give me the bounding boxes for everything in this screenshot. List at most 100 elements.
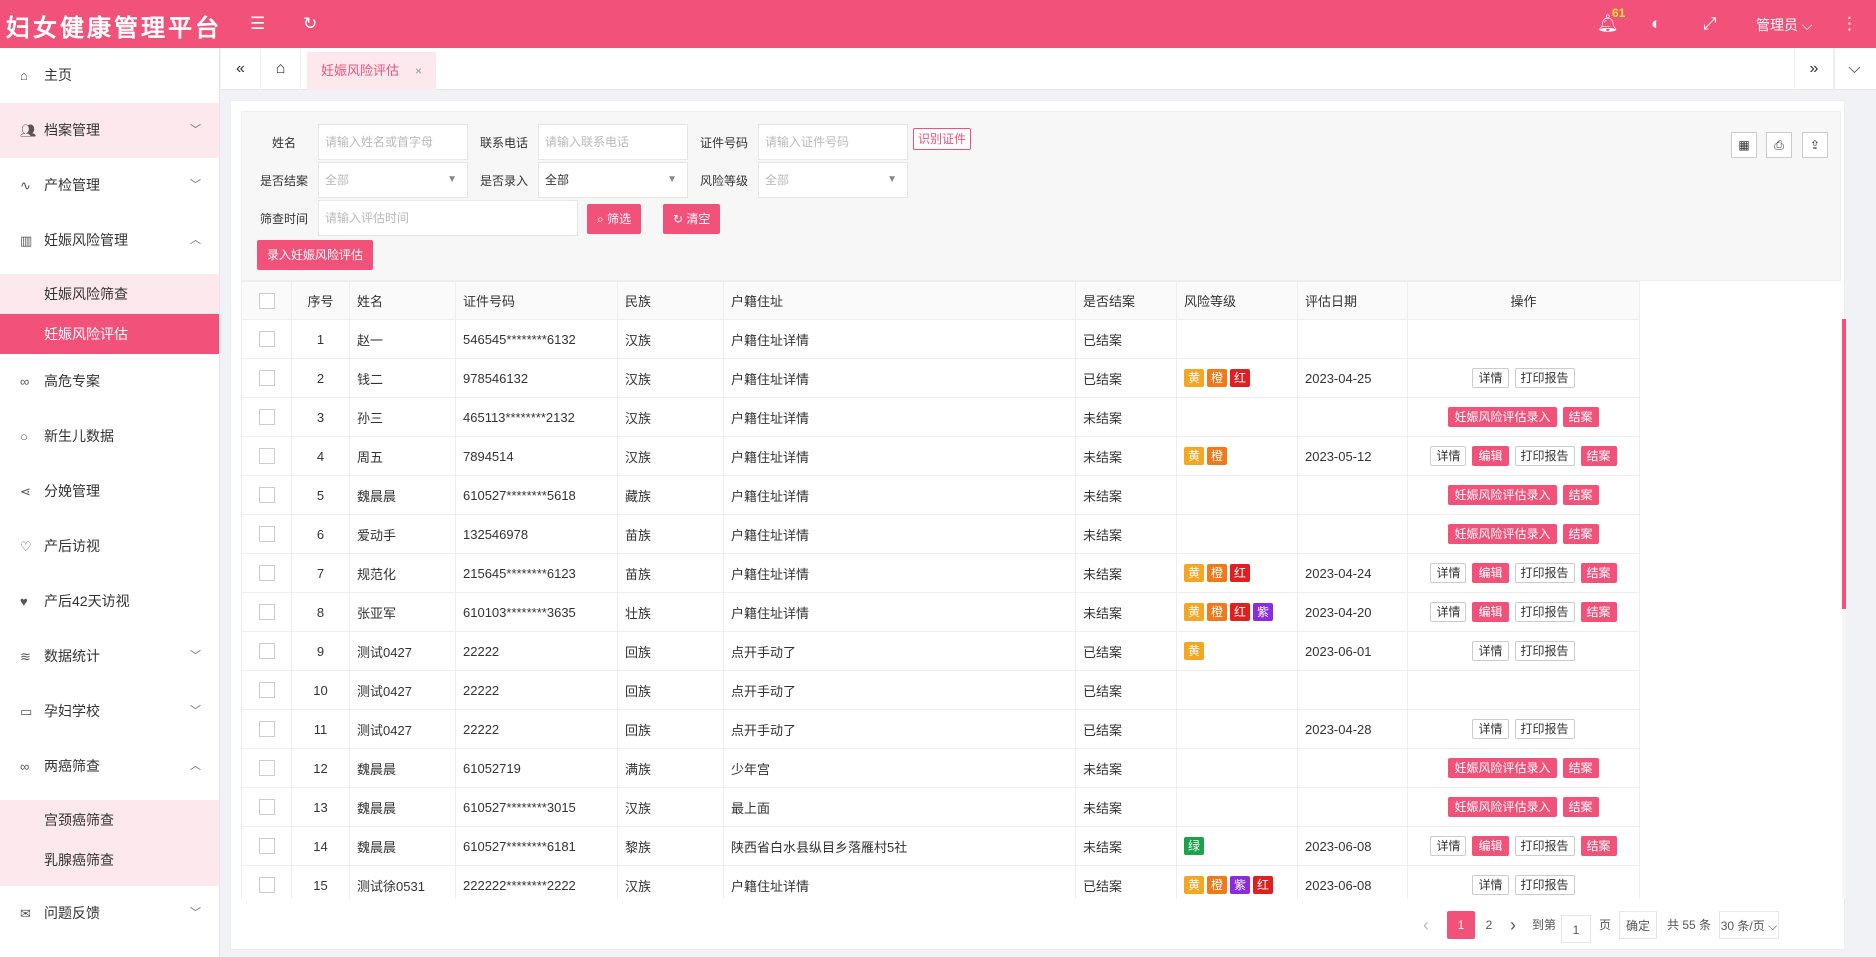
sidebar-item-postpartum-42[interactable]: ♥ 产后42天访视 [0,574,219,629]
prev-page-button[interactable]: ‹ [1416,911,1436,939]
row-checkbox-cell[interactable] [241,865,292,899]
row-checkbox[interactable] [258,448,275,465]
row-checkbox[interactable] [258,565,275,582]
page-size-select[interactable]: 30 条/页 ⌵ [1719,911,1779,939]
row-action-button[interactable]: 编辑 [1472,446,1509,466]
entered-select[interactable]: 全部 ▼ [538,162,688,198]
tab-risk-assessment[interactable]: 妊娠风险评估 × [307,52,437,90]
refresh-icon[interactable]: ↻ [303,14,317,34]
row-checkbox[interactable] [258,526,275,543]
row-action-button[interactable]: 编辑 [1472,563,1509,583]
clear-button[interactable]: ↻ 清空 [663,204,721,234]
search-button[interactable]: ⌕ 筛选 [587,204,642,234]
time-input[interactable]: 请输入评估时间 [318,200,578,236]
read-id-button[interactable]: 识别证件 [913,128,972,150]
row-action-button[interactable]: 妊娠风险评估录入 [1448,524,1557,544]
row-action-button[interactable]: 编辑 [1472,836,1509,856]
closed-select[interactable]: 全部 ▼ [318,162,468,198]
row-checkbox[interactable] [258,370,275,387]
sidebar-item-prenatal[interactable]: ∿ 产检管理 ﹀ [0,158,219,213]
row-checkbox[interactable] [258,643,275,660]
fullscreen-icon[interactable]: ⤢ [1703,14,1717,34]
row-checkbox-cell[interactable] [241,748,292,788]
sidebar-item-delivery[interactable]: ⋖ 分娩管理 [0,464,219,519]
row-checkbox-cell[interactable] [241,358,292,398]
row-action-button[interactable]: 打印报告 [1514,446,1575,466]
row-action-button[interactable]: 妊娠风险评估录入 [1448,485,1557,505]
id-input[interactable]: 请输入证件号码 [758,124,908,160]
home-tab-icon[interactable]: ⌂ [261,48,301,90]
sidebar-item-statistics[interactable]: ≋ 数据统计 ﹀ [0,629,219,684]
row-action-button[interactable]: 详情 [1472,719,1509,739]
row-action-button[interactable]: 详情 [1430,563,1467,583]
goto-input[interactable]: 1 [1561,915,1591,943]
sidebar-item-newborn[interactable]: ○ 新生儿数据 [0,409,219,464]
sidebar-item-risk-mgmt[interactable]: ▥ 妊娠风险管理 ︿ [0,213,219,268]
row-action-button[interactable]: 详情 [1472,641,1509,661]
sidebar-item-postpartum-visit[interactable]: ♡ 产后访视 [0,519,219,574]
page-2-button[interactable]: 2 [1475,911,1503,939]
row-action-button[interactable]: 结案 [1562,758,1599,778]
row-checkbox-cell[interactable] [241,631,292,671]
tabs-scroll-right-icon[interactable]: » [1794,48,1834,90]
row-checkbox[interactable] [258,799,275,816]
row-action-button[interactable]: 打印报告 [1514,602,1575,622]
sidebar-item-home[interactable]: ⌂ 主页 [0,48,219,103]
columns-icon[interactable]: ▦ [1731,132,1757,158]
tabs-dropdown-icon[interactable]: ⌵ [1834,48,1874,90]
select-all-checkbox[interactable] [258,292,275,309]
row-checkbox-cell[interactable] [241,592,292,632]
row-action-button[interactable]: 详情 [1472,875,1509,895]
sidebar-item-high-risk[interactable]: ∞ 高危专案 [0,354,219,409]
row-checkbox-cell[interactable] [241,397,292,437]
row-checkbox-cell[interactable] [241,709,292,749]
row-checkbox[interactable] [258,760,275,777]
row-action-button[interactable]: 结案 [1562,797,1599,817]
export-icon[interactable]: ⇪ [1802,132,1828,158]
risk-select[interactable]: 全部 ▼ [758,162,908,198]
row-action-button[interactable]: 结案 [1562,485,1599,505]
row-checkbox-cell[interactable] [241,787,292,827]
row-checkbox[interactable] [258,487,275,504]
row-checkbox-cell[interactable] [241,436,292,476]
next-page-button[interactable]: › [1503,911,1523,939]
menu-toggle-icon[interactable]: ☰ [250,14,265,34]
row-checkbox-cell[interactable] [241,826,292,866]
row-action-button[interactable]: 详情 [1430,446,1467,466]
table-scrollbar-thumb[interactable] [1842,319,1846,609]
sidebar-item-breast[interactable]: 乳腺癌筛查 [0,840,219,886]
row-action-button[interactable]: 妊娠风险评估录入 [1448,407,1557,427]
row-checkbox-cell[interactable] [241,514,292,554]
sidebar-item-risk-assessment[interactable]: 妊娠风险评估 [0,314,219,354]
row-action-button[interactable]: 妊娠风险评估录入 [1448,797,1557,817]
sidebar-item-risk-screening[interactable]: 妊娠风险筛查 [0,274,219,314]
sidebar-item-feedback[interactable]: ✉ 问题反馈 ﹀ [0,886,219,941]
close-icon[interactable]: × [415,64,422,78]
row-action-button[interactable]: 打印报告 [1514,368,1575,388]
row-checkbox-cell[interactable] [241,475,292,515]
row-action-button[interactable]: 打印报告 [1514,719,1575,739]
row-checkbox[interactable] [258,838,275,855]
palette-icon[interactable]: ◐ [1651,14,1661,34]
user-menu[interactable]: 管理员 ⌵ [1756,15,1813,35]
row-action-button[interactable]: 结案 [1562,407,1599,427]
row-action-button[interactable]: 结案 [1580,563,1617,583]
page-1-button[interactable]: 1 [1447,911,1475,939]
row-action-button[interactable]: 打印报告 [1514,875,1575,895]
row-checkbox[interactable] [258,604,275,621]
row-action-button[interactable]: 打印报告 [1514,836,1575,856]
row-checkbox-cell[interactable] [241,319,292,359]
sidebar-item-records[interactable]: 👥︎ 档案管理 ﹀ [0,103,219,158]
row-action-button[interactable]: 结案 [1562,524,1599,544]
sidebar-item-cervical[interactable]: 宫颈癌筛查 [0,800,219,840]
row-action-button[interactable]: 打印报告 [1514,641,1575,661]
print-icon[interactable]: ⎙ [1766,132,1792,158]
add-assessment-button[interactable]: 录入妊娠风险评估 [257,240,374,270]
row-checkbox[interactable] [258,877,275,894]
goto-confirm-button[interactable]: 确定 [1619,911,1657,939]
row-checkbox[interactable] [258,682,275,699]
select-all-checkbox-cell[interactable] [241,281,292,320]
name-input[interactable]: 请输入姓名或首字母 [318,124,468,160]
row-action-button[interactable]: 详情 [1430,602,1467,622]
row-action-button[interactable]: 结案 [1580,602,1617,622]
